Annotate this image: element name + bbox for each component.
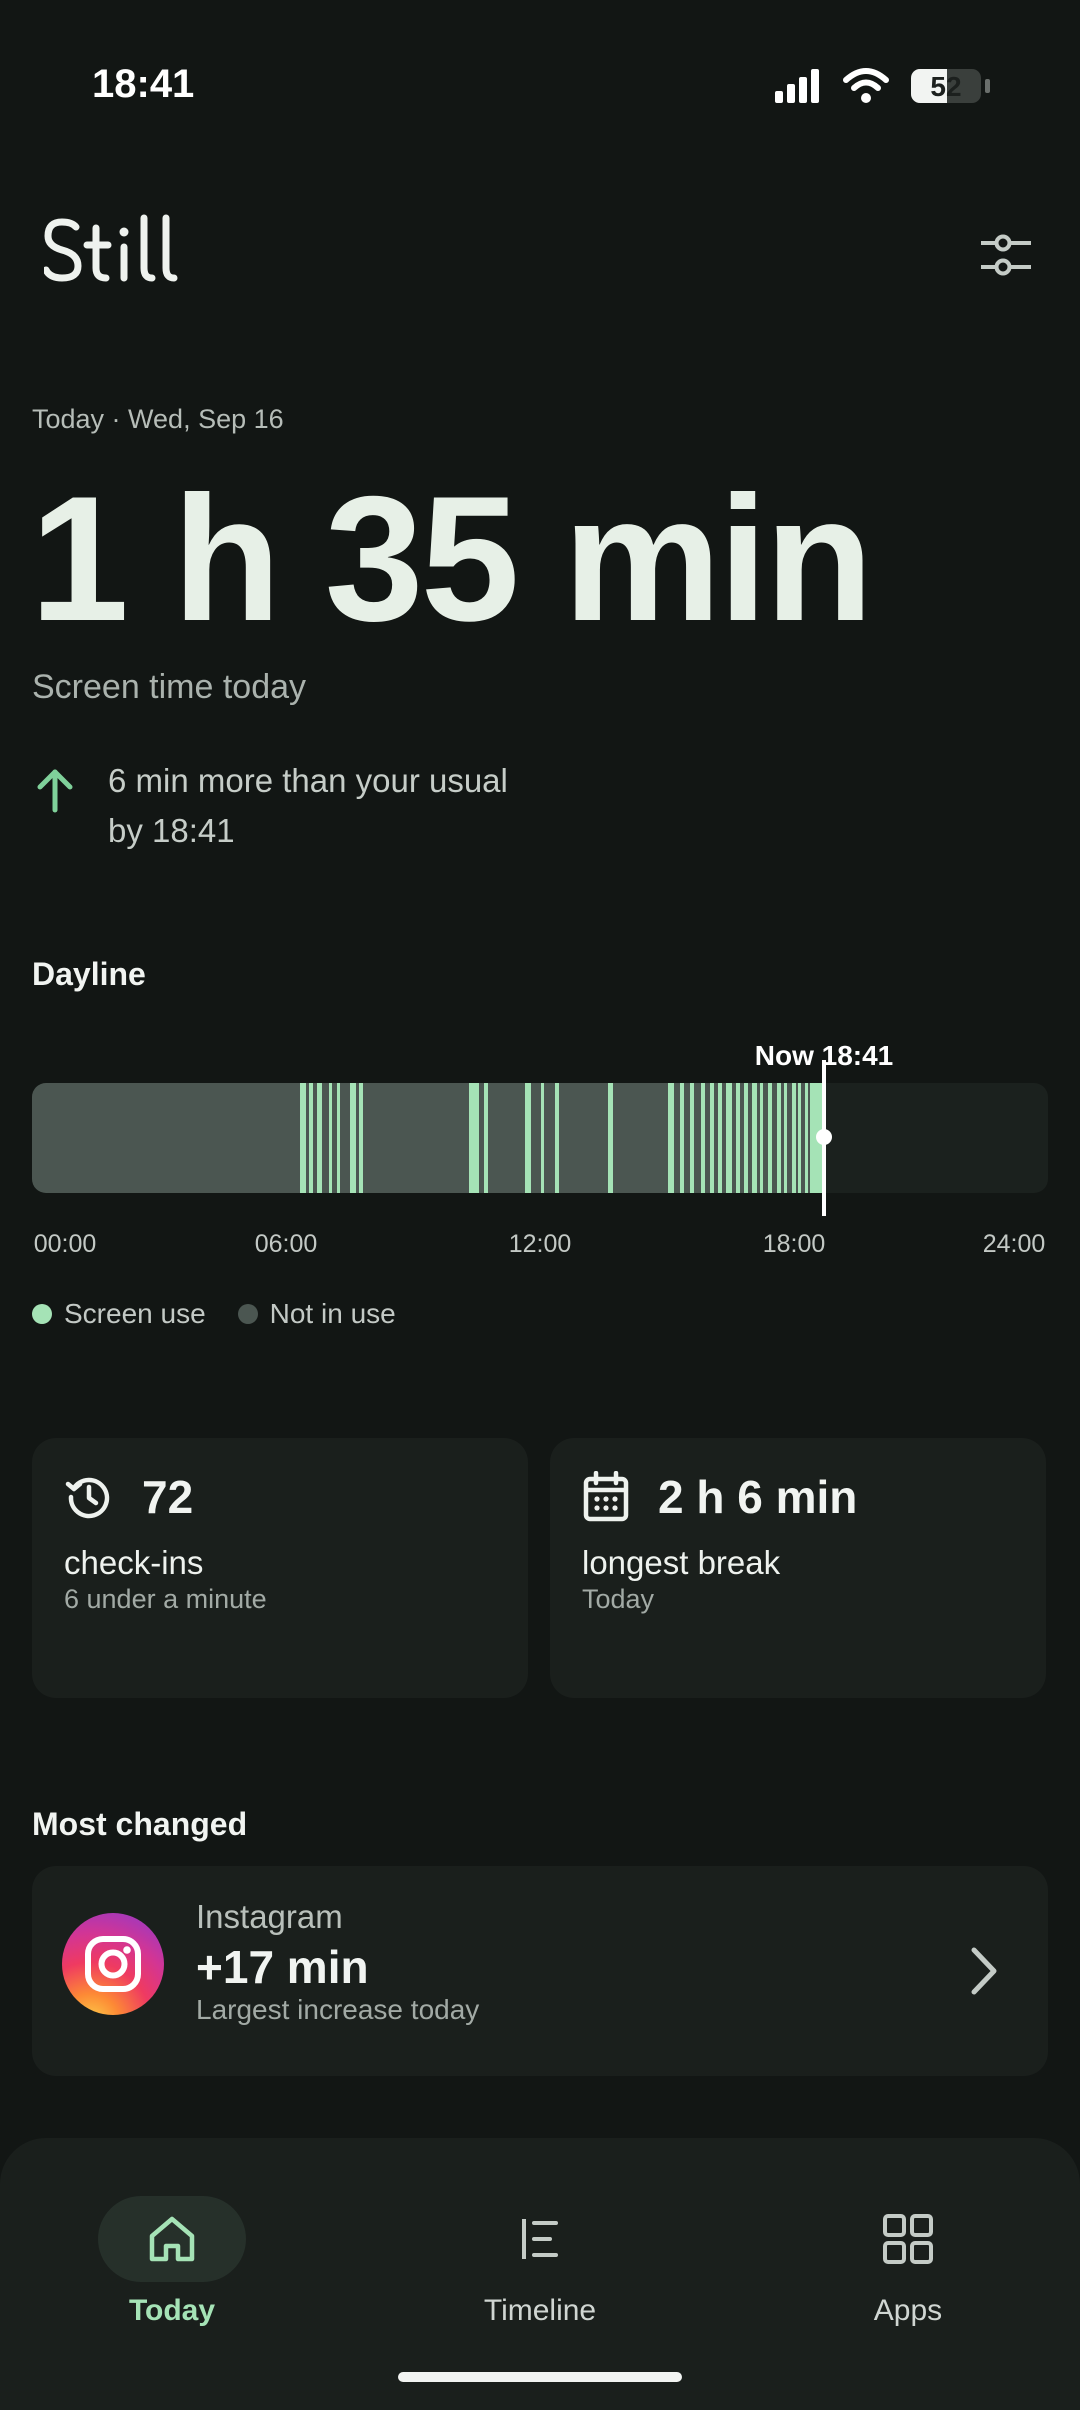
filter-settings-button[interactable] — [970, 220, 1040, 290]
usage-bar — [805, 1083, 808, 1193]
app-change-note: Largest increase today — [196, 1994, 480, 2025]
calendar-icon — [583, 1471, 629, 1522]
sliders-icon — [981, 234, 1031, 276]
usage-bar — [555, 1083, 559, 1193]
usage-bar — [300, 1083, 306, 1193]
usage-bar — [744, 1083, 748, 1193]
nav-timeline-label: Timeline — [483, 2294, 597, 2327]
usage-bar — [668, 1083, 674, 1193]
legend-not-in-use: Not in use — [237, 1298, 396, 1330]
tick-0600: 06:00 — [254, 1230, 318, 1258]
wifi-icon — [843, 68, 889, 103]
checkins-sub: 6 under a minute — [64, 1584, 267, 1614]
change-line-2: by 18:41 — [108, 812, 235, 849]
nav-apps[interactable]: Apps — [768, 2168, 1048, 2338]
usage-bar — [690, 1083, 694, 1193]
usage-change-note: 6 min more than your usual by 18:41 — [32, 756, 508, 856]
nav-apps-label: Apps — [873, 2294, 943, 2327]
dayline-title: Dayline — [32, 956, 146, 992]
usage-bar — [541, 1083, 544, 1193]
usage-bar — [701, 1083, 705, 1193]
usage-bar — [752, 1083, 757, 1193]
usage-bar — [760, 1083, 763, 1193]
battery-icon: 52 — [911, 69, 981, 103]
home-icon — [149, 2216, 195, 2262]
tick-1800: 18:00 — [762, 1230, 826, 1258]
longest-break-sub: Today — [582, 1584, 655, 1614]
longest-break-card[interactable]: 2 h 6 min longest break Today — [550, 1438, 1046, 1698]
status-icons: 52 — [775, 66, 990, 106]
usage-bar — [525, 1083, 531, 1193]
history-icon — [65, 1477, 110, 1519]
usage-bar — [337, 1083, 340, 1193]
checkins-label: check-ins — [64, 1544, 204, 1581]
tick-0000: 00:00 — [33, 1230, 97, 1258]
battery-level: 52 — [930, 71, 962, 102]
usage-bar — [726, 1083, 732, 1193]
usage-bar — [317, 1083, 322, 1193]
most-changed-title: Most changed — [32, 1806, 248, 1842]
status-time: 18:41 — [92, 62, 195, 106]
now-marker-dot — [816, 1129, 832, 1145]
longest-break-value: 2 h 6 min — [658, 1471, 858, 1523]
usage-bar — [359, 1083, 363, 1193]
screen-use-dot — [32, 1304, 52, 1324]
usage-bar — [484, 1083, 488, 1193]
usage-bar — [469, 1083, 479, 1193]
instagram-app-icon — [62, 1913, 164, 2015]
checkins-card[interactable]: 72 check-ins 6 under a minute — [32, 1438, 528, 1698]
legend-screen-use-label: Screen use — [64, 1298, 206, 1329]
usage-bar — [768, 1083, 772, 1193]
timeline-icon — [522, 2219, 558, 2259]
not-in-use-dot — [237, 1304, 258, 1324]
date-label: Today · Wed, Sep 16 — [32, 404, 284, 434]
usage-bar — [798, 1083, 801, 1193]
app-name: Instagram — [196, 1898, 343, 1935]
app-logo — [42, 210, 194, 295]
tick-1200: 12:00 — [508, 1230, 572, 1258]
dayline-track — [32, 1083, 1048, 1193]
screen-time-label: Screen time today — [32, 668, 307, 706]
usage-bar — [710, 1083, 714, 1193]
change-line-1: 6 min more than your usual — [108, 762, 508, 799]
legend-not-in-use-label: Not in use — [269, 1298, 396, 1329]
longest-break-label: longest break — [582, 1544, 781, 1581]
dayline-legend: Screen use Not in use — [32, 1298, 396, 1330]
usage-bar — [792, 1083, 796, 1193]
status-bar: 18:41 52 — [0, 0, 1080, 170]
most-changed-app-card[interactable]: Instagram +17 min Largest increase today — [32, 1866, 1048, 2076]
bottom-nav: Today Timeline Apps — [0, 2138, 1080, 2410]
dayline-chart[interactable]: Now 18:41 00:00 06:00 12:00 18:00 24:00 — [32, 1040, 1048, 1260]
nav-timeline[interactable]: Timeline — [400, 2168, 680, 2338]
usage-bar — [784, 1083, 787, 1193]
tick-2400: 24:00 — [982, 1230, 1046, 1258]
usage-bar — [350, 1083, 356, 1193]
screen-time-total: 1 h 35 min — [30, 459, 874, 658]
cellular-signal-icon — [775, 69, 819, 103]
dayline-elapsed — [32, 1083, 824, 1193]
usage-bar — [718, 1083, 722, 1193]
usage-bar — [329, 1083, 332, 1193]
chevron-right-icon — [971, 1947, 997, 1995]
checkins-value: 72 — [142, 1471, 194, 1523]
home-indicator[interactable] — [398, 2372, 682, 2382]
nav-today[interactable]: Today — [32, 2168, 312, 2338]
arrow-up-icon — [37, 769, 73, 813]
legend-screen-use: Screen use — [32, 1298, 206, 1330]
apps-grid-icon — [883, 2214, 933, 2264]
usage-bar — [736, 1083, 740, 1193]
usage-bar — [309, 1083, 313, 1193]
usage-bar — [608, 1083, 613, 1193]
battery-cap — [985, 79, 990, 93]
usage-bar — [777, 1083, 781, 1193]
nav-today-label: Today — [128, 2294, 216, 2327]
app-delta: +17 min — [196, 1941, 369, 1993]
usage-bar — [680, 1083, 684, 1193]
